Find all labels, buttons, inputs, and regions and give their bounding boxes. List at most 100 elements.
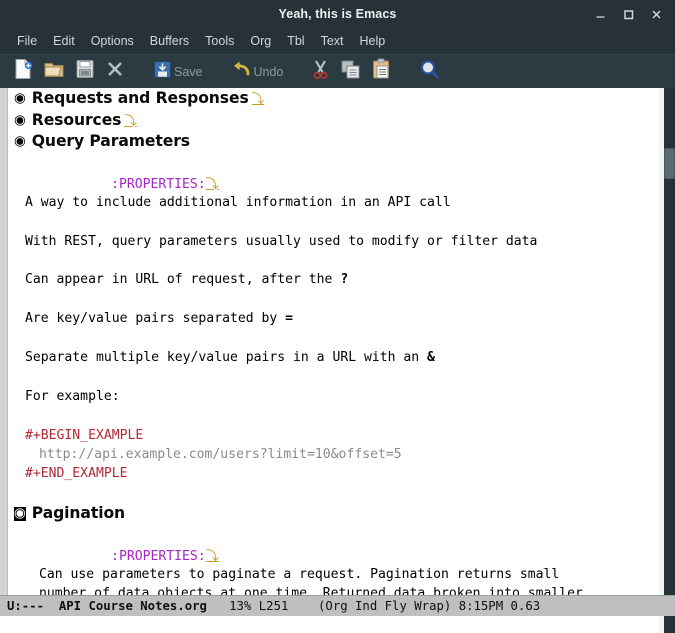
org-properties-drawer[interactable]: :PROPERTIES:⤵	[8, 153, 653, 174]
blank-line	[8, 290, 653, 309]
modeline-line-number: L251	[259, 599, 289, 613]
minimize-icon[interactable]	[587, 1, 613, 27]
body-line-question-mark: Can appear in URL of request, after the …	[8, 270, 653, 289]
tool-bar: Save Undo	[0, 54, 675, 88]
scrollbar-thumb[interactable]	[664, 148, 675, 179]
modeline-sep	[503, 599, 510, 613]
save-button[interactable]: Save	[150, 55, 206, 89]
modeline-sep	[451, 599, 458, 613]
echo-area[interactable]	[0, 616, 659, 633]
modeline-buffer-name[interactable]: API Course Notes.org	[59, 599, 207, 613]
modeline-modes: (Org Ind Fly Wrap)	[318, 599, 451, 613]
org-buffer[interactable]: ◉ Requests and Responses ⤵ ◉ Resources ⤵…	[8, 88, 653, 595]
org-heading-pagination[interactable]: ◉ Pagination	[8, 503, 653, 525]
body-text: Are key/value pairs separated by	[25, 311, 285, 326]
properties-label: :PROPERTIES:	[111, 549, 206, 564]
save-button-label: Save	[174, 65, 203, 79]
open-folder-icon	[43, 58, 65, 85]
paste-button[interactable]	[368, 55, 394, 89]
fold-arrow-icon[interactable]: ⤵	[124, 110, 137, 132]
blank-line	[8, 212, 653, 231]
modeline-sep	[44, 599, 59, 613]
org-properties-drawer[interactable]: :PROPERTIES:⤵	[8, 525, 653, 546]
inline-code-equals: =	[285, 311, 293, 326]
echo-area-right-edge	[659, 616, 675, 633]
vertical-scrollbar[interactable]	[659, 88, 675, 595]
fold-arrow-icon[interactable]: ⤵	[252, 88, 265, 110]
menu-item-file[interactable]: File	[9, 28, 45, 54]
body-line-ampersand: Separate multiple key/value pairs in a U…	[8, 348, 653, 367]
org-heading-requests[interactable]: ◉ Requests and Responses ⤵	[8, 88, 653, 110]
body-text: Can appear in URL of request, after the	[25, 272, 340, 287]
save-disk-button[interactable]	[72, 55, 98, 89]
copy-icon	[340, 59, 361, 85]
new-file-icon	[13, 58, 33, 85]
paste-clipboard-icon	[371, 58, 391, 85]
modeline-load-average: 0.63	[511, 599, 541, 613]
org-heading-label: Pagination	[32, 503, 125, 525]
org-heading-label: Resources	[32, 110, 122, 132]
menu-item-buffers[interactable]: Buffers	[142, 28, 197, 54]
menu-item-text[interactable]: Text	[313, 28, 352, 54]
menu-bar: File Edit Options Buffers Tools Org Tbl …	[0, 28, 675, 54]
menu-item-edit[interactable]: Edit	[45, 28, 83, 54]
org-heading-label: Query Parameters	[32, 131, 190, 153]
modeline-sep	[288, 599, 318, 613]
close-icon[interactable]	[643, 1, 669, 27]
buffer-area: ◉ Requests and Responses ⤵ ◉ Resources ⤵…	[0, 88, 675, 595]
fold-arrow-icon[interactable]: ⤵	[206, 177, 219, 192]
close-buffer-button[interactable]	[102, 55, 128, 89]
modeline-status: U:---	[7, 599, 44, 613]
blank-line	[8, 251, 653, 270]
menu-item-options[interactable]: Options	[83, 28, 142, 54]
body-line: number of data objects at one time. Retu…	[8, 584, 653, 595]
properties-label: :PROPERTIES:	[111, 177, 206, 192]
org-heading-resources[interactable]: ◉ Resources ⤵	[8, 110, 653, 132]
org-example-content: http://api.example.com/users?limit=10&of…	[8, 445, 653, 464]
undo-button-label: Undo	[254, 65, 284, 79]
org-bullet-icon: ◉	[14, 135, 26, 149]
copy-button[interactable]	[337, 55, 364, 89]
menu-item-tools[interactable]: Tools	[197, 28, 242, 54]
close-x-icon	[105, 59, 125, 84]
open-file-button[interactable]	[40, 55, 68, 89]
blank-line	[8, 367, 653, 386]
org-heading-label: Requests and Responses	[32, 88, 249, 110]
body-line-example-intro: For example:	[8, 387, 653, 406]
search-button[interactable]	[416, 55, 443, 89]
menu-item-tbl[interactable]: Tbl	[279, 28, 312, 54]
inline-code-ampersand: &	[427, 350, 435, 365]
body-text: Separate multiple key/value pairs in a U…	[25, 350, 427, 365]
org-bullet-icon: ◉	[14, 92, 26, 106]
body-line: Can use parameters to paginate a request…	[8, 565, 653, 584]
body-line: A way to include additional information …	[8, 193, 653, 212]
org-block-begin: #+BEGIN_EXAMPLE	[8, 426, 653, 445]
window-title: Yeah, this is Emacs	[0, 0, 675, 28]
inline-code-question: ?	[340, 272, 348, 287]
mode-line-corner	[659, 595, 675, 616]
cursor-block: ◉	[14, 507, 26, 521]
modeline-sep	[207, 599, 229, 613]
window-controls	[587, 0, 669, 28]
modeline-percent: 13%	[229, 599, 251, 613]
body-line: With REST, query parameters usually used…	[8, 232, 653, 251]
undo-icon	[231, 60, 252, 84]
org-heading-query-parameters[interactable]: ◉ Query Parameters	[8, 131, 653, 153]
save-icon	[153, 60, 172, 84]
body-line-equals: Are key/value pairs separated by =	[8, 309, 653, 328]
save-disk-icon	[75, 58, 95, 85]
blank-line	[8, 329, 653, 348]
modeline-sep	[251, 599, 258, 613]
blank-line	[8, 484, 653, 503]
cut-button[interactable]	[308, 55, 333, 89]
menu-item-org[interactable]: Org	[242, 28, 279, 54]
maximize-icon[interactable]	[615, 1, 641, 27]
echo-gutter	[659, 616, 664, 633]
undo-button[interactable]: Undo	[228, 55, 287, 89]
org-bullet-icon: ◉	[14, 114, 26, 128]
left-fringe	[0, 88, 8, 595]
new-file-button[interactable]	[10, 55, 36, 89]
fold-arrow-icon[interactable]: ⤵	[206, 549, 219, 564]
title-bar: Yeah, this is Emacs	[0, 0, 675, 28]
menu-item-help[interactable]: Help	[352, 28, 394, 54]
